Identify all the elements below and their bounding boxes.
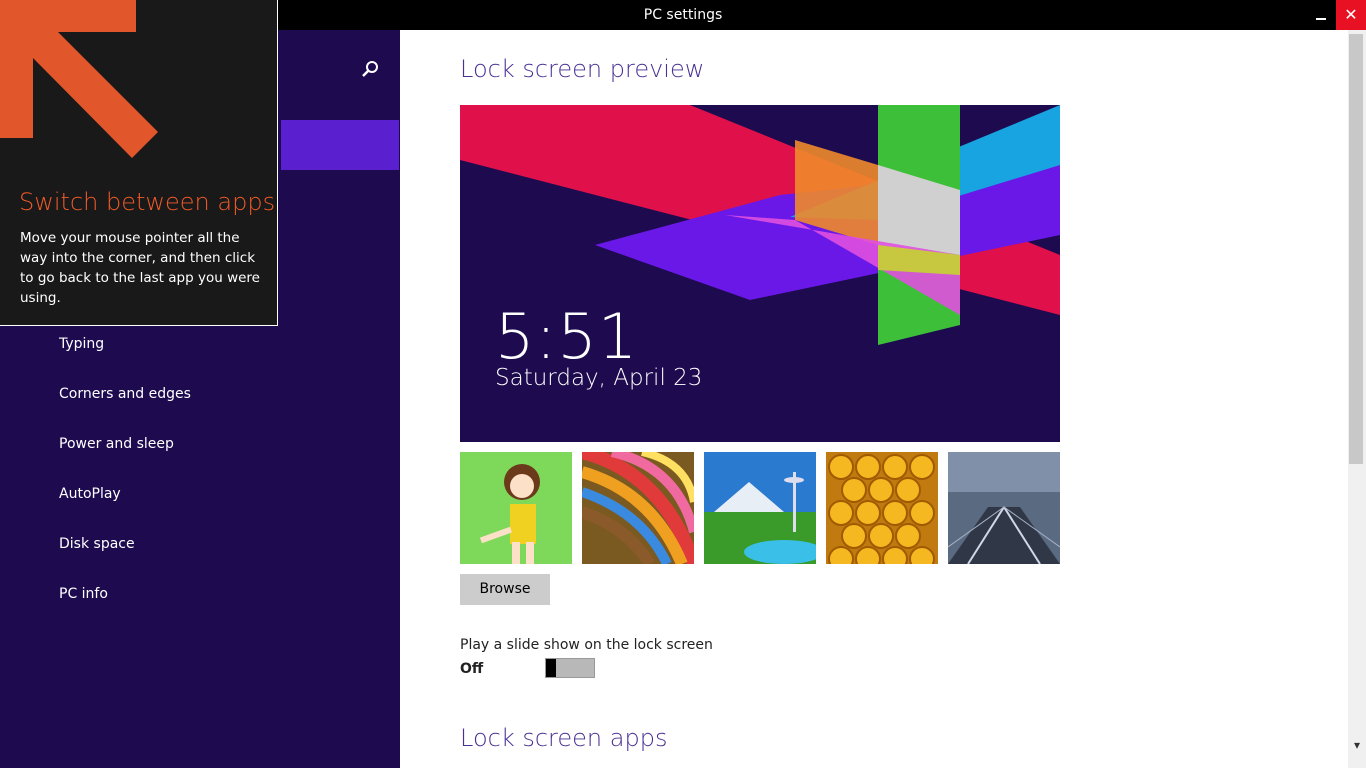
tip-body: Move your mouse pointer all the way into… <box>20 230 260 306</box>
scrollbar-thumb[interactable] <box>1349 34 1363 464</box>
lock-screen-date: Saturday, April 23 <box>495 365 703 391</box>
slideshow-label: Play a slide show on the lock screen <box>460 637 713 653</box>
minimize-button[interactable] <box>1306 0 1336 30</box>
tip-title: Switch between apps <box>19 188 276 216</box>
lock-screen-background-art <box>460 105 1060 345</box>
slideshow-toggle[interactable] <box>545 658 595 678</box>
sidebar-item-autoplay[interactable]: AutoPlay <box>59 486 121 502</box>
main-content: Lock screen preview 5:51 Saturday, April… <box>400 30 1348 768</box>
lock-screen-preview: 5:51 Saturday, April 23 <box>460 105 1060 442</box>
scroll-down-arrow-icon[interactable]: ▾ <box>1350 738 1364 752</box>
wallpaper-thumbnail[interactable] <box>948 452 1060 564</box>
toggle-knob <box>546 659 556 677</box>
wallpaper-thumbnail[interactable] <box>582 452 694 564</box>
lock-screen-time: 5:51 <box>495 300 639 373</box>
browse-button[interactable]: Browse <box>460 574 550 605</box>
lock-screen-preview-heading: Lock screen preview <box>460 55 705 83</box>
sidebar-item-pc-info[interactable]: PC info <box>59 586 108 602</box>
corner-arrow-icon <box>0 0 158 158</box>
wallpaper-thumbnail[interactable] <box>460 452 572 564</box>
close-button[interactable]: ✕ <box>1336 0 1366 30</box>
search-icon[interactable] <box>359 58 381 80</box>
sidebar-item-typing[interactable]: Typing <box>59 336 104 352</box>
wallpaper-thumbnail[interactable] <box>704 452 816 564</box>
lock-screen-apps-heading: Lock screen apps <box>460 724 668 752</box>
tip-popup: Switch between apps Move your mouse poin… <box>0 0 278 326</box>
sidebar-item-corners-and-edges[interactable]: Corners and edges <box>59 386 191 402</box>
selected-item-highlight[interactable] <box>281 120 399 170</box>
sidebar-item-disk-space[interactable]: Disk space <box>59 536 135 552</box>
wallpaper-thumbnail[interactable] <box>826 452 938 564</box>
slideshow-state: Off <box>460 661 484 677</box>
sidebar-item-power-and-sleep[interactable]: Power and sleep <box>59 436 174 452</box>
